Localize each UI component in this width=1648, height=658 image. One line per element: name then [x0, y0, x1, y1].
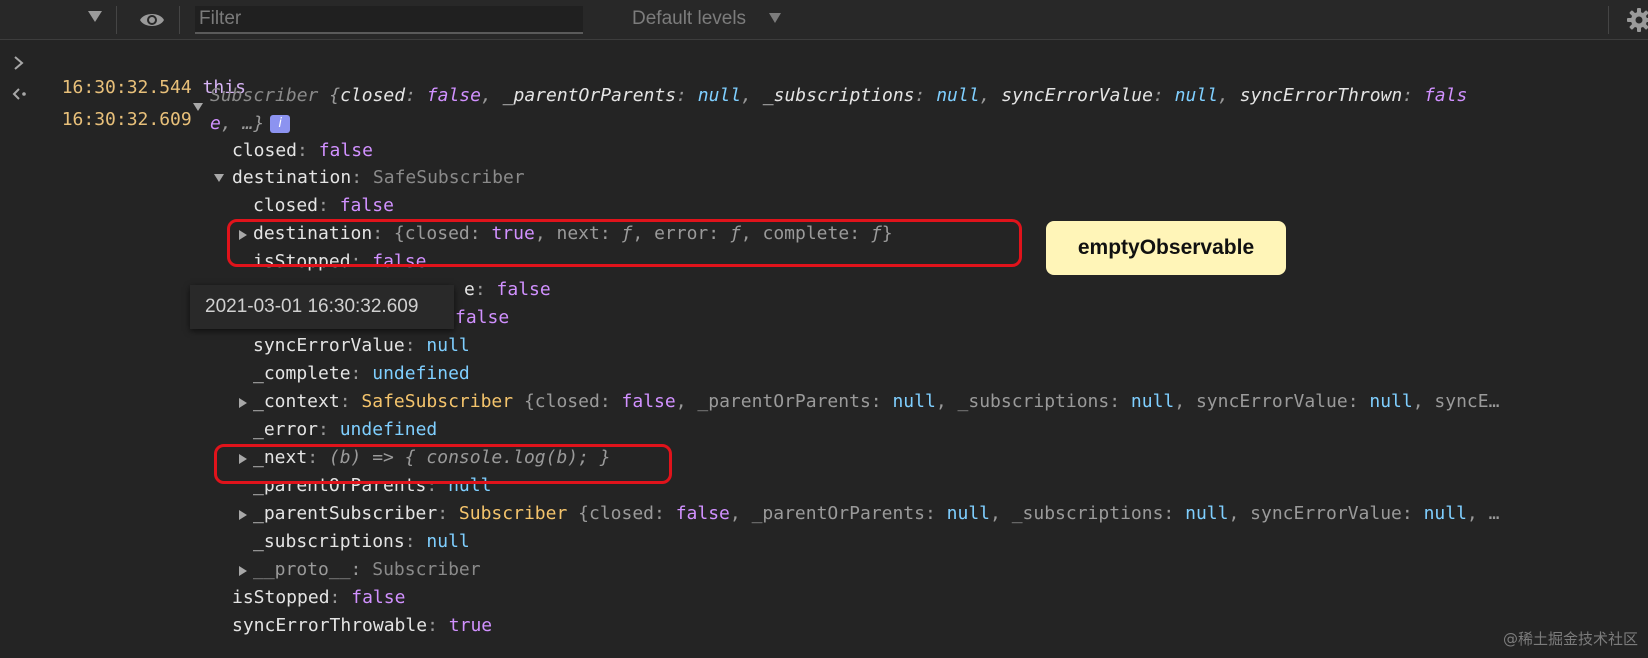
tree-row[interactable]: _error: undefined — [253, 418, 437, 442]
expand-toggle-icon[interactable] — [239, 566, 247, 576]
tree-row[interactable]: destination: SafeSubscriber — [232, 166, 525, 190]
console-output-row[interactable]: 16:30:32.609 — [40, 84, 192, 130]
timestamp[interactable]: 16:30:32.609 — [62, 109, 192, 130]
gear-icon[interactable] — [1626, 7, 1648, 33]
toolbar-separator — [1608, 6, 1609, 34]
tree-row[interactable]: _subscriptions: null — [253, 530, 470, 554]
expand-toggle-icon[interactable] — [214, 174, 224, 182]
highlight-box — [214, 444, 672, 484]
class-name: Subscriber — [210, 85, 319, 106]
toolbar-separator — [179, 6, 180, 34]
object-summary-wrap: e, …} i — [210, 112, 291, 136]
info-icon[interactable]: i — [270, 115, 291, 133]
watermark: @稀土掘金技术社区 — [1502, 630, 1638, 648]
result-arrow-icon — [12, 88, 26, 100]
tree-row[interactable]: __proto__: Subscriber — [253, 558, 481, 582]
expand-toggle-icon[interactable] — [239, 398, 247, 408]
log-levels-dropdown[interactable]: Default levels — [632, 8, 746, 30]
chevron-down-icon[interactable] — [88, 11, 102, 22]
console-toolbar: Default levels — [0, 0, 1648, 40]
expand-toggle-icon[interactable] — [193, 103, 203, 111]
tree-row[interactable]: _complete: undefined — [253, 362, 470, 386]
chevron-down-icon[interactable] — [769, 13, 781, 23]
highlight-box — [227, 219, 1022, 267]
tree-row[interactable]: syncErrorThrowable: true — [232, 614, 492, 638]
tree-row[interactable]: syncErrorValue: null — [253, 334, 470, 358]
filter-input[interactable] — [195, 6, 583, 34]
tree-row[interactable]: e: false — [464, 278, 551, 302]
expand-toggle-icon[interactable] — [239, 510, 247, 520]
tree-row[interactable]: _context: SafeSubscriber {closed: false,… — [253, 390, 1499, 414]
tree-row[interactable]: isStopped: false — [232, 586, 405, 610]
input-prompt-icon — [14, 56, 24, 70]
eye-icon[interactable] — [139, 8, 165, 32]
object-summary[interactable]: Subscriber {closed: false, _parentOrPare… — [210, 84, 1467, 108]
tree-row[interactable]: _parentSubscriber: Subscriber {closed: f… — [253, 502, 1499, 526]
annotation-callout: emptyObservable — [1046, 221, 1286, 275]
console-input-row[interactable]: 16:30:32.544 this — [40, 52, 246, 98]
timestamp-tooltip: 2021-03-01 16:30:32.609 — [190, 285, 454, 329]
toolbar-separator — [116, 6, 117, 34]
tree-row[interactable]: closed: false — [253, 194, 394, 218]
tree-row[interactable]: closed: false — [232, 139, 373, 163]
tree-row[interactable]: false — [455, 306, 509, 330]
